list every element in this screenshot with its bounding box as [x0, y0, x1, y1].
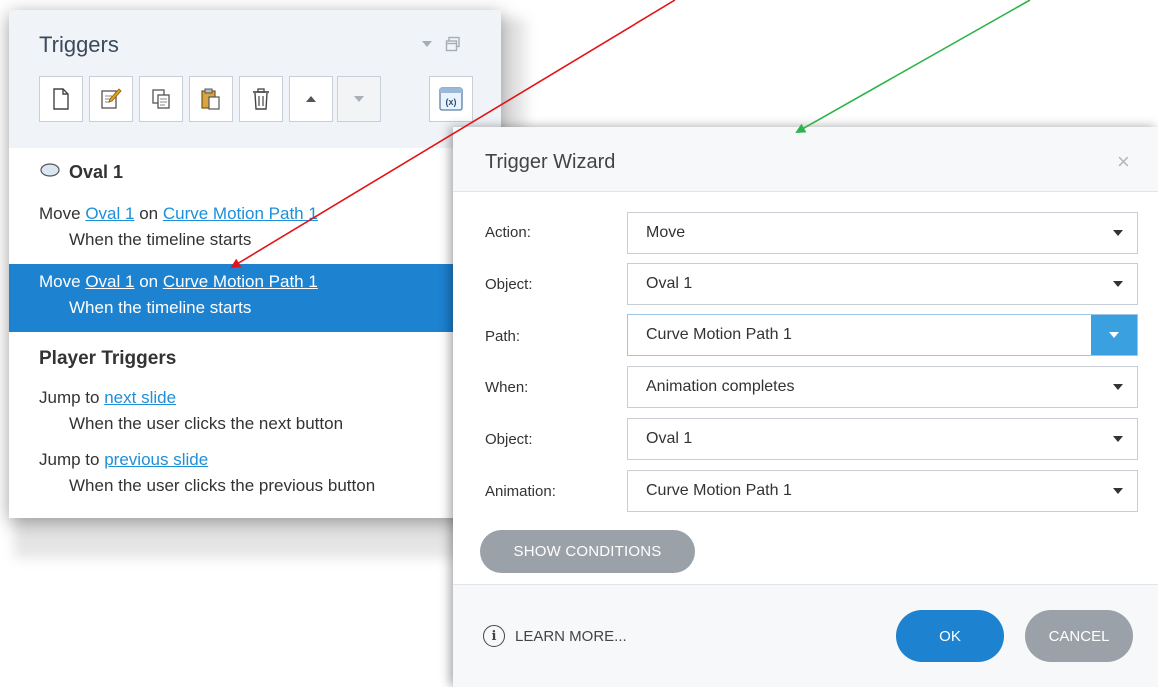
show-conditions-button[interactable]: SHOW CONDITIONS	[480, 530, 695, 573]
chevron-down-icon	[1113, 281, 1123, 287]
move-down-icon	[354, 96, 364, 102]
trigger-on-text: on	[139, 272, 159, 291]
learn-more-label: LEARN MORE...	[515, 627, 627, 645]
player-trigger-item[interactable]: Jump to next slide When the user clicks …	[9, 388, 501, 444]
trigger-wizard-dialog: Trigger Wizard × Action: Move Object: Ov…	[453, 127, 1158, 687]
trigger-object-link[interactable]: Oval 1	[85, 204, 134, 223]
delete-button[interactable]	[239, 76, 283, 122]
variables-icon: (x)	[439, 87, 463, 111]
trigger-action: Move	[39, 204, 81, 223]
svg-text:(x): (x)	[446, 97, 457, 107]
green-arrow	[795, 0, 1031, 133]
animation-value: Curve Motion Path 1	[646, 482, 792, 499]
animation-select[interactable]: Curve Motion Path 1	[627, 470, 1138, 512]
action-value: Move	[646, 224, 686, 241]
chevron-down-icon	[1109, 332, 1119, 338]
animation-label: Animation:	[485, 483, 556, 500]
action-select[interactable]: Move	[627, 212, 1138, 254]
delete-icon	[253, 88, 269, 110]
trigger-path-link[interactable]: Curve Motion Path 1	[163, 204, 318, 223]
object-select[interactable]: Oval 1	[627, 263, 1138, 305]
variables-button[interactable]: (x)	[429, 76, 473, 122]
oval-icon	[40, 163, 60, 177]
when-select[interactable]: Animation completes	[627, 366, 1138, 408]
cancel-button[interactable]: CANCEL	[1025, 610, 1133, 662]
wizard-footer: i LEARN MORE... OK CANCEL	[453, 584, 1158, 687]
paste-icon	[201, 88, 220, 110]
object-section-title: Oval 1	[69, 162, 124, 182]
action-label: Action:	[485, 224, 531, 241]
object-value: Oval 1	[646, 275, 693, 292]
wizard-title: Trigger Wizard	[485, 151, 616, 173]
copy-button[interactable]	[139, 76, 183, 122]
copy-icon	[152, 89, 170, 109]
edit-trigger-icon	[101, 88, 122, 109]
move-up-icon	[306, 96, 316, 102]
trigger-action: Jump to	[39, 450, 100, 469]
new-trigger-button[interactable]	[39, 76, 83, 122]
when-value: Animation completes	[646, 378, 795, 395]
when-label: When:	[485, 379, 529, 396]
trigger-condition: When the user clicks the previous button	[69, 476, 376, 495]
triggers-title: Triggers	[39, 32, 119, 57]
path-label: Path:	[485, 328, 521, 345]
object-label-2: Object:	[485, 431, 533, 448]
trigger-object-link[interactable]: Oval 1	[85, 272, 134, 291]
trigger-action: Jump to	[39, 388, 100, 407]
trigger-action: Move	[39, 272, 81, 291]
trigger-on-text: on	[139, 204, 159, 223]
triggers-panel: Triggers (x) Oval 1 Move Oval 1 on Curve…	[9, 10, 501, 518]
trigger-item[interactable]: Move Oval 1 on Curve Motion Path 1 When …	[9, 204, 501, 260]
move-up-button[interactable]	[289, 76, 333, 122]
player-triggers-title: Player Triggers	[39, 348, 177, 369]
object-value-2: Oval 1	[646, 430, 693, 447]
trigger-condition: When the user clicks the next button	[69, 414, 344, 433]
info-icon: i	[483, 625, 505, 647]
trigger-target-link[interactable]: next slide	[104, 388, 176, 407]
edit-trigger-button[interactable]	[89, 76, 133, 122]
trigger-path-link[interactable]: Curve Motion Path 1	[163, 272, 318, 291]
path-value: Curve Motion Path 1	[646, 326, 792, 343]
wizard-header: Trigger Wizard ×	[453, 127, 1158, 192]
chevron-down-icon	[1113, 384, 1123, 390]
triggers-header: Triggers (x)	[9, 10, 501, 148]
new-trigger-icon	[53, 88, 69, 110]
object-select-2[interactable]: Oval 1	[627, 418, 1138, 460]
dropdown-button[interactable]	[1091, 315, 1137, 355]
move-down-button[interactable]	[337, 76, 381, 122]
trigger-item-selected[interactable]: Move Oval 1 on Curve Motion Path 1 When …	[9, 264, 501, 332]
chevron-down-icon	[1113, 488, 1123, 494]
trigger-condition: When the timeline starts	[69, 298, 252, 317]
learn-more-link[interactable]: i LEARN MORE...	[483, 625, 627, 647]
ok-button[interactable]: OK	[896, 610, 1004, 662]
chevron-down-icon	[1113, 436, 1123, 442]
trigger-target-link[interactable]: previous slide	[104, 450, 208, 469]
trigger-condition: When the timeline starts	[69, 230, 252, 249]
path-select[interactable]: Curve Motion Path 1	[627, 314, 1138, 356]
panel-undock-icon[interactable]	[445, 36, 461, 52]
player-trigger-item[interactable]: Jump to previous slide When the user cli…	[9, 450, 501, 506]
panel-menu-icon[interactable]	[419, 36, 435, 52]
close-icon[interactable]: ×	[1117, 149, 1130, 175]
paste-button[interactable]	[189, 76, 233, 122]
chevron-down-icon	[1113, 230, 1123, 236]
object-label: Object:	[485, 276, 533, 293]
